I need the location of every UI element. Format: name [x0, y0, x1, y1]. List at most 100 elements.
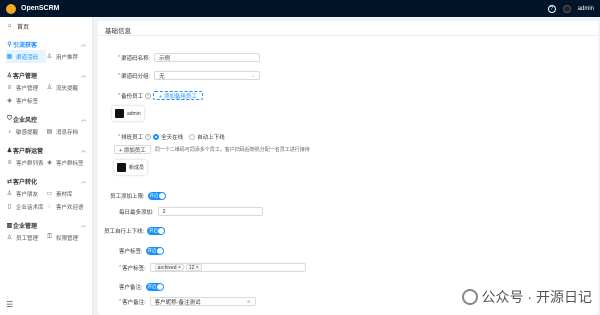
user-icon: ♙ [6, 191, 13, 197]
app-logo-icon [6, 3, 16, 14]
sidebar-item-label: 客户朋友 [16, 191, 39, 198]
list-icon: ≡ [7, 84, 12, 91]
sidebar-item-archive[interactable]: ▤ 消息存档 [46, 125, 86, 138]
chevron-up-icon: ︿ [80, 147, 86, 154]
sidebar-item-user-recommend[interactable]: ♙ 用户推荐 [46, 50, 86, 63]
sidebar-group-risk[interactable]: ⛉ 企业风控 ︿ [0, 113, 92, 125]
help-icon[interactable]: ? [547, 4, 556, 13]
channel-group-value: 无 [159, 73, 165, 80]
channel-name-label: 渠道码名称: [121, 55, 151, 62]
radio-unchecked-icon [189, 134, 196, 140]
wechat-icon [461, 289, 478, 305]
team-icon: ♟ [6, 147, 13, 154]
channel-group-select[interactable]: 无 ⌄ [154, 71, 261, 80]
help-icon[interactable]: ? [145, 92, 152, 99]
chevron-down-icon: ⌄ [251, 72, 256, 78]
sidebar-item-permission[interactable]: ⚿ 权限管理 [46, 231, 86, 244]
group-title: 客户转化 [13, 179, 38, 186]
sidebar-group-group-ops[interactable]: ♟ 客户群运营 ︿ [0, 144, 92, 156]
user-icon: ♙ [6, 235, 13, 241]
add-staff-button[interactable]: + 添加员工 [114, 145, 151, 154]
sidebar-item-sensitive[interactable]: ♪ 敏感提醒 [6, 125, 46, 138]
avatar[interactable] [562, 4, 571, 13]
sidebar-item-label: 消息存档 [56, 129, 79, 136]
close-circle-icon[interactable]: ⊗ [247, 299, 251, 305]
radio-auto-online[interactable]: 自动上下线 [189, 133, 225, 141]
group-title: 企业管理 [13, 223, 38, 230]
sidebar-group-acquisition[interactable]: ⚲ 引流获客 ︿ [0, 38, 92, 50]
daily-limit-label: 每日最多添加: [119, 209, 154, 216]
channel-name-input[interactable]: 示例 [154, 53, 261, 62]
qrcode-icon: ▦ [6, 54, 13, 60]
help-icon[interactable]: ? [145, 134, 152, 140]
sidebar-item-churn[interactable]: ♙ 流失提醒 [46, 81, 86, 94]
sidebar-item-label: 首页 [17, 24, 30, 31]
limit-label: 员工添加上限: [110, 194, 145, 200]
message-icon: ◌ [47, 203, 52, 210]
remark-toggle[interactable]: 开启 [145, 283, 164, 291]
avatar [115, 109, 124, 118]
link-icon: ⚲ [7, 41, 12, 48]
radio-all-day[interactable]: 全天在线 [153, 133, 183, 141]
group-title: 客户群运营 [13, 148, 44, 155]
add-staff-tip: 同一个二维码可同添多个员工，客户扫码后随机分配一名员工进行接待 [154, 147, 310, 153]
sidebar-item-customer-manage[interactable]: ≡ 客户管理 [6, 81, 46, 94]
add-backup-staff-button[interactable]: + 添加备用员工 [153, 91, 203, 100]
sidebar-item-script[interactable]: ▯ 企业话术库 [6, 200, 46, 213]
tag-chip[interactable]: 12 × [185, 264, 202, 271]
sidebar-item-home[interactable]: ⌂ 首页 [0, 17, 92, 35]
auto-online-toggle[interactable]: 开启 [147, 227, 166, 235]
backup-staff-name: admin [127, 110, 141, 117]
watermark: 公众号 · 开源日记 [461, 287, 592, 307]
list-icon: ≡ [7, 159, 12, 166]
watermark-text: 公众号 · 开源日记 [481, 289, 592, 305]
swap-icon: ⇄ [6, 178, 13, 185]
sidebar-group-conversion[interactable]: ⇄ 客户转化 ︿ [0, 175, 92, 187]
sidebar-item-label: 员工管理 [16, 235, 39, 242]
group-title: 引流获客 [13, 42, 38, 49]
remark-label: 客户备注: [119, 285, 143, 291]
chevron-up-icon: ︿ [80, 116, 86, 123]
sidebar-item-customer-tag[interactable]: ◈ 客户标签 [6, 94, 46, 107]
remark-field-label: 客户备注: [122, 299, 146, 306]
tag-toggle[interactable]: 开启 [145, 247, 164, 255]
sidebar-item-group-list[interactable]: ≡ 客户群列表 [6, 156, 46, 169]
sidebar-group-enterprise[interactable]: ▥ 企业管理 ︿ [0, 219, 92, 231]
chevron-up-icon: ︿ [80, 41, 86, 48]
top-navbar: OpenSCRM ? admin [0, 0, 600, 17]
channel-name-value: 示例 [159, 55, 171, 62]
sidebar-item-label: 敏感提醒 [16, 129, 39, 136]
group-title: 客户管理 [13, 73, 38, 80]
sidebar-item-label: 客户群列表 [16, 160, 44, 167]
sidebar-item-group-tag[interactable]: ◈ 客户群标签 [46, 156, 86, 169]
tag-field-label: 客户标签: [122, 265, 146, 272]
sidebar-item-moments[interactable]: ♙ 客户朋友 [6, 187, 46, 200]
limit-toggle[interactable]: 开启 [147, 192, 166, 200]
user-name[interactable]: admin [578, 6, 594, 12]
staff-name: 新成员 [129, 165, 145, 171]
sidebar-item-welcome[interactable]: ◌ 客户欢迎语 [46, 200, 86, 213]
sidebar-item-material[interactable]: ▭ 素材库 [46, 187, 86, 200]
remark-value: 客户昵称-备注测试 [154, 299, 201, 306]
tag-icon: ◈ [7, 98, 12, 104]
group-title: 企业风控 [13, 117, 38, 124]
sidebar-item-channel-code[interactable]: ▦ 渠道活码 [6, 50, 46, 63]
sidebar-group-customer[interactable]: ♙ 客户管理 ︿ [0, 69, 92, 81]
remark-input[interactable]: 客户昵称-备注测试 ⊗ [149, 297, 256, 306]
sidebar-item-label: 流失提醒 [56, 85, 79, 92]
required-mark: * [118, 92, 121, 99]
sidebar-item-staff[interactable]: ♙ 员工管理 [6, 231, 46, 244]
required-mark: * [118, 54, 121, 61]
tag-label: 客户标签: [119, 249, 143, 255]
key-icon: ⚿ [47, 234, 52, 240]
tag-select[interactable]: archived × 12 × [149, 263, 306, 272]
sidebar-item-label: 渠道活码 [16, 54, 39, 61]
sidebar: ⌂ 首页 ⚲ 引流获客 ︿ ▦ 渠道活码 ♙ 用户推荐 ♙ 客户管理 ︿ ≡ 客户管理 ♙ 流失提… [0, 17, 93, 315]
daily-limit-input[interactable]: 2 [157, 207, 263, 216]
radio-label: 自动上下线 [197, 135, 225, 141]
menu-collapse-icon[interactable]: ☰ [6, 300, 13, 309]
required-mark: * [118, 72, 121, 79]
tag-chip[interactable]: archived × [154, 264, 184, 271]
avatar [117, 163, 126, 172]
backup-staff-label: 备份员工 [121, 93, 144, 100]
